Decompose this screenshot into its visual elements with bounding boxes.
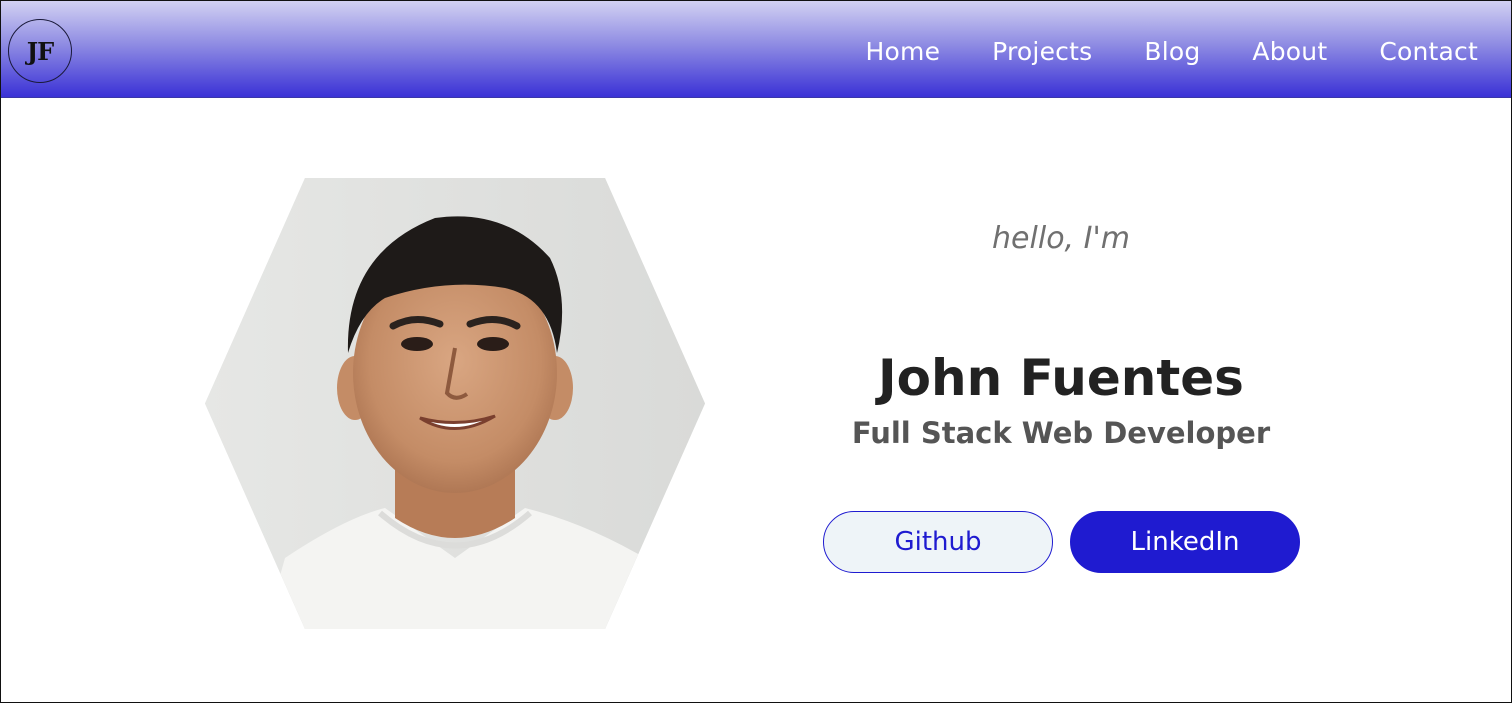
linkedin-button[interactable]: LinkedIn [1070, 511, 1300, 573]
nav-link-about[interactable]: About [1252, 37, 1327, 66]
nav-link-home[interactable]: Home [866, 37, 941, 66]
nav-links: Home Projects Blog About Contact [866, 33, 1478, 69]
hero-name: John Fuentes [878, 349, 1244, 407]
navbar: JF Home Projects Blog About Contact [1, 1, 1511, 98]
github-button[interactable]: Github [823, 511, 1053, 573]
nav-link-projects[interactable]: Projects [992, 37, 1092, 66]
hero-title: Full Stack Web Developer [851, 416, 1271, 450]
logo-text: JF [26, 36, 54, 66]
profile-photo [205, 178, 705, 629]
page-frame: JF Home Projects Blog About Contact hell… [0, 0, 1512, 703]
nav-link-contact[interactable]: Contact [1379, 37, 1478, 66]
greeting-text: hello, I'm [992, 221, 1130, 256]
nav-link-blog[interactable]: Blog [1144, 37, 1200, 66]
portrait-illustration [205, 178, 705, 629]
logo[interactable]: JF [8, 19, 72, 83]
